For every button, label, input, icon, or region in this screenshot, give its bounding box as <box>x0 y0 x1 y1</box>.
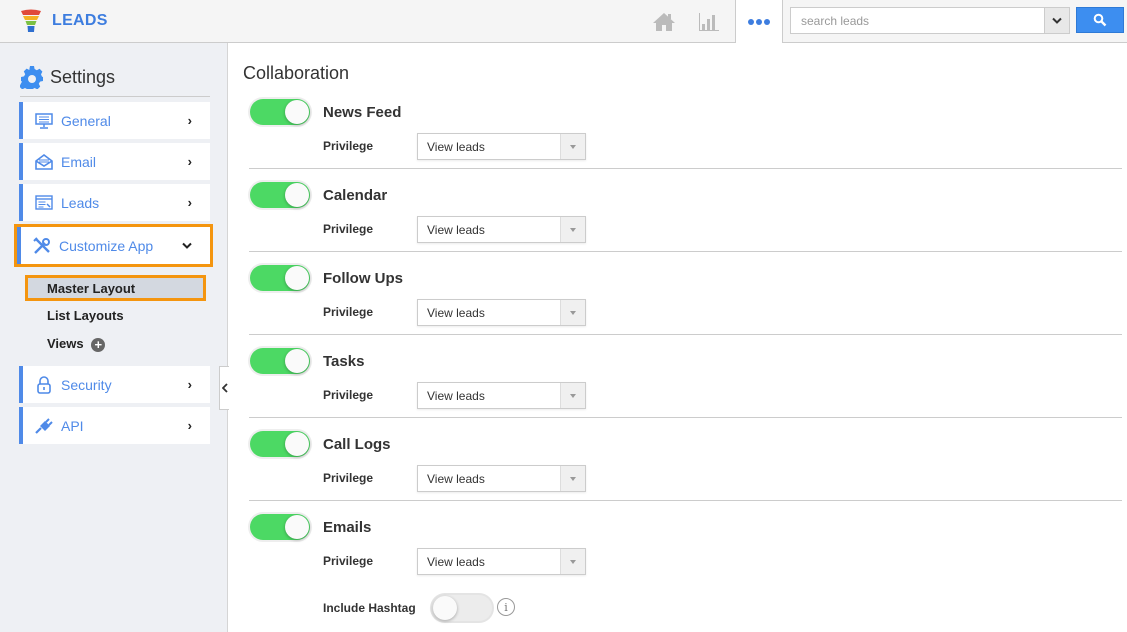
privilege-select[interactable]: View leads <box>417 382 586 409</box>
search-dropdown-button[interactable] <box>1044 8 1069 33</box>
envelope-icon <box>34 153 54 170</box>
subitem-list-layouts[interactable]: List Layouts <box>47 308 124 323</box>
section-name: Emails <box>323 519 372 536</box>
more-icon[interactable] <box>735 0 783 43</box>
privilege-select[interactable]: View leads <box>417 465 586 492</box>
emails-toggle[interactable] <box>250 514 310 540</box>
collab-section-calendar: Calendar Privilege View leads <box>249 169 1122 252</box>
subitem-master-layout[interactable]: Master Layout <box>25 275 206 301</box>
privilege-select[interactable]: View leads <box>417 299 586 326</box>
home-icon[interactable] <box>650 0 678 43</box>
include-hashtag-label: Include Hashtag <box>323 601 416 615</box>
gear-icon <box>20 66 43 89</box>
tools-icon <box>32 236 52 255</box>
collab-section-follow-ups: Follow Ups Privilege View leads <box>249 252 1122 335</box>
add-view-icon[interactable]: + <box>91 338 106 352</box>
privilege-label: Privilege <box>323 139 374 153</box>
chevron-left-icon <box>221 383 228 393</box>
select-value: View leads <box>427 223 485 237</box>
subitem-label: Master Layout <box>47 281 136 296</box>
info-icon[interactable]: i <box>497 598 515 616</box>
privilege-select[interactable]: View leads <box>417 133 586 160</box>
top-bar: LEADS <box>0 0 1127 43</box>
select-value: View leads <box>427 306 485 320</box>
privilege-label: Privilege <box>323 222 374 236</box>
app-title: LEADS <box>52 12 108 29</box>
collab-section-tasks: Tasks Privilege View leads <box>249 335 1122 418</box>
privilege-label: Privilege <box>323 388 374 402</box>
page-title: Collaboration <box>243 63 350 83</box>
search-button[interactable] <box>1076 7 1124 33</box>
main-content: Collaboration News Feed Privilege View l… <box>229 43 1127 632</box>
section-name: Calendar <box>323 187 388 204</box>
sidebar-item-security[interactable]: Security › <box>19 366 210 403</box>
privilege-label: Privilege <box>323 554 374 568</box>
select-value: View leads <box>427 140 485 154</box>
app-logo[interactable]: LEADS <box>20 9 108 33</box>
search-input[interactable] <box>791 8 1045 33</box>
section-name: Tasks <box>323 353 365 370</box>
caret-down-icon <box>560 217 585 242</box>
select-value: View leads <box>427 389 485 403</box>
sidebar-item-general[interactable]: General › <box>19 102 210 139</box>
privilege-label: Privilege <box>323 305 374 319</box>
chevron-down-icon <box>1052 17 1062 24</box>
sidebar-item-label: General <box>61 112 111 129</box>
settings-heading: Settings <box>20 65 115 89</box>
chevron-down-icon <box>182 238 192 253</box>
subitem-label: Views <box>47 336 84 351</box>
chevron-right-icon: › <box>187 113 192 128</box>
settings-title: Settings <box>50 66 116 87</box>
caret-down-icon <box>560 300 585 325</box>
caret-down-icon <box>560 549 585 574</box>
section-name: Call Logs <box>323 436 391 453</box>
sidebar-divider <box>20 96 210 97</box>
sidebar-item-api[interactable]: API › <box>19 407 210 444</box>
section-name: Follow Ups <box>323 270 403 287</box>
sidebar-item-label: Leads <box>61 194 100 211</box>
subitem-label: List Layouts <box>47 308 124 323</box>
tasks-toggle[interactable] <box>250 348 310 374</box>
section-name: News Feed <box>323 104 402 121</box>
sidebar-collapse-handle[interactable] <box>219 366 229 410</box>
caret-down-icon <box>560 466 585 491</box>
select-value: View leads <box>427 555 485 569</box>
sidebar-item-label: Customize App <box>59 237 154 254</box>
plug-icon <box>34 417 54 434</box>
monitor-icon <box>34 112 54 129</box>
collab-section-call-logs: Call Logs Privilege View leads <box>249 418 1122 501</box>
search-icon <box>1093 13 1107 27</box>
collab-section-news-feed: News Feed Privilege View leads <box>249 86 1122 169</box>
call-logs-toggle[interactable] <box>250 431 310 457</box>
select-value: View leads <box>427 472 485 486</box>
window-icon <box>34 194 54 211</box>
sidebar-item-label: Security <box>61 376 112 393</box>
sidebar-item-leads[interactable]: Leads › <box>19 184 210 221</box>
search-box <box>790 7 1070 34</box>
caret-down-icon <box>560 383 585 408</box>
chevron-right-icon: › <box>187 418 192 433</box>
sidebar-item-label: API <box>61 417 84 434</box>
chevron-right-icon: › <box>187 377 192 392</box>
subitem-views[interactable]: Views + <box>47 336 106 352</box>
privilege-label: Privilege <box>323 471 374 485</box>
chart-icon[interactable] <box>696 0 722 43</box>
include-hashtag-toggle[interactable] <box>432 595 492 621</box>
sidebar-item-email[interactable]: Email › <box>19 143 210 180</box>
sidebar-item-customize-app[interactable]: Customize App <box>14 224 213 267</box>
sidebar-item-label: Email <box>61 153 97 170</box>
privilege-select[interactable]: View leads <box>417 216 586 243</box>
settings-sidebar: Settings General › Email › Leads › Custo… <box>0 43 228 632</box>
chevron-right-icon: › <box>187 195 192 210</box>
privilege-select[interactable]: View leads <box>417 548 586 575</box>
chevron-right-icon: › <box>187 154 192 169</box>
lock-icon <box>34 375 54 394</box>
caret-down-icon <box>560 134 585 159</box>
follow-ups-toggle[interactable] <box>250 265 310 291</box>
calendar-toggle[interactable] <box>250 182 310 208</box>
funnel-logo-icon <box>21 9 41 32</box>
news-feed-toggle[interactable] <box>250 99 310 125</box>
